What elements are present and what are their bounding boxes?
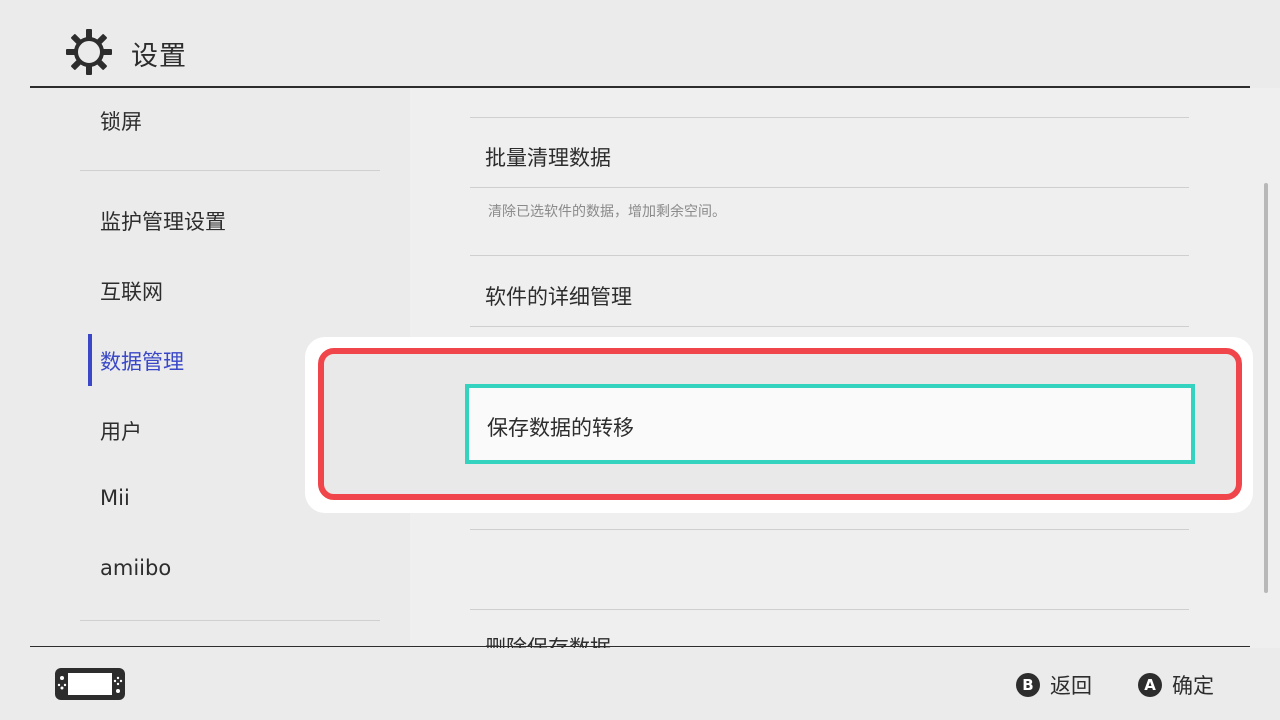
list-divider [470, 326, 1189, 327]
sidebar-item-parental-controls[interactable]: 监护管理设置 [100, 206, 226, 236]
gear-icon [66, 29, 112, 75]
list-item-save-data-transfer[interactable]: 保存数据的转移 [465, 384, 1195, 464]
sidebar-divider [80, 620, 380, 621]
list-divider [470, 187, 1189, 188]
confirm-button[interactable]: A 确定 [1138, 672, 1214, 698]
sidebar-item-mii[interactable]: Mii [100, 486, 130, 510]
confirm-button-label: 确定 [1172, 674, 1214, 698]
sidebar-item-amiibo[interactable]: amiibo [100, 556, 171, 580]
list-divider [470, 255, 1189, 256]
back-button-label: 返回 [1050, 674, 1092, 698]
list-divider [470, 609, 1189, 610]
list-item-label: 保存数据的转移 [487, 416, 634, 440]
sidebar-item-internet[interactable]: 互联网 [100, 276, 163, 306]
b-button-icon: B [1016, 673, 1040, 697]
list-divider [470, 117, 1189, 118]
sidebar-item-users[interactable]: 用户 [100, 416, 142, 446]
sidebar-active-indicator [88, 334, 92, 386]
header: 设置 [0, 0, 1280, 88]
console-icon [55, 668, 125, 700]
list-item-software-management[interactable]: 软件的详细管理 [485, 281, 632, 311]
list-item-description: 清除已选软件的数据，增加剩余空间。 [488, 204, 726, 220]
list-divider [470, 529, 1189, 530]
sidebar-item-lock-screen[interactable]: 锁屏 [100, 106, 142, 136]
back-button[interactable]: B 返回 [1016, 672, 1092, 698]
scrollbar[interactable] [1264, 183, 1268, 593]
page-title: 设置 [131, 41, 187, 72]
sidebar-divider [80, 170, 380, 171]
list-item-batch-cleanup[interactable]: 批量清理数据 [485, 142, 611, 172]
sidebar-item-data-management[interactable]: 数据管理 [100, 346, 184, 376]
a-button-icon: A [1138, 673, 1162, 697]
